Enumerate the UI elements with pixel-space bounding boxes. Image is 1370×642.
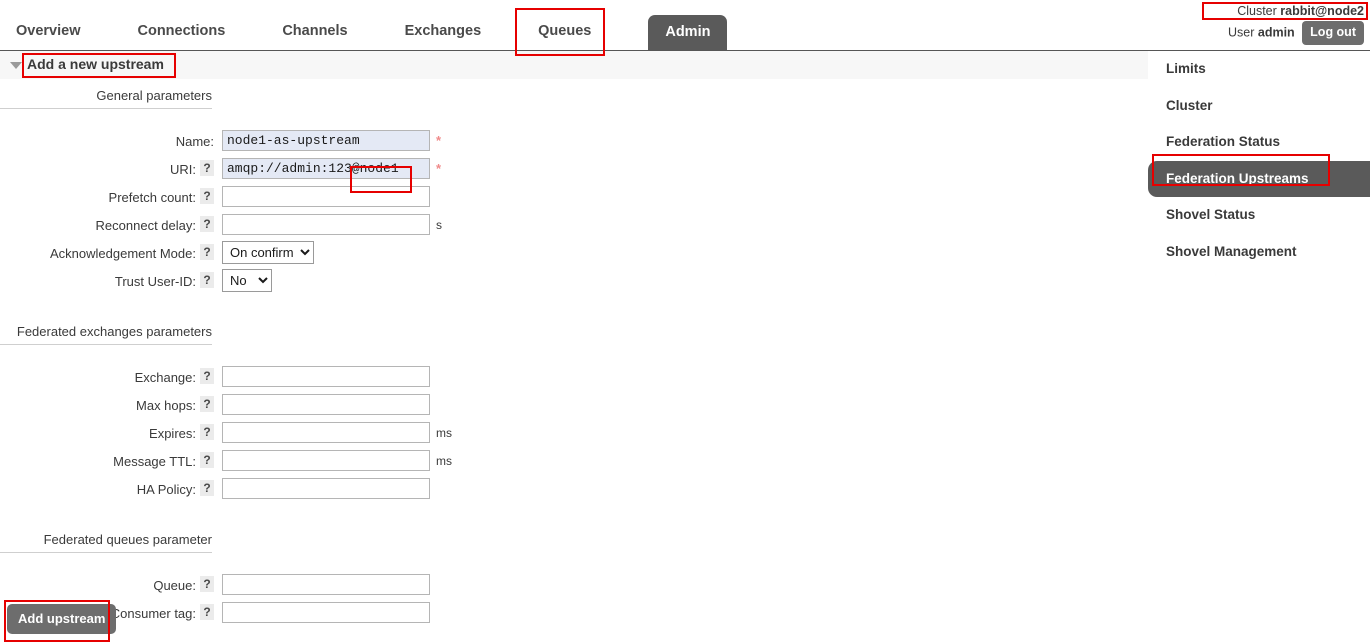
nav-tab-queues[interactable]: Queues: [538, 23, 591, 50]
help-icon[interactable]: ?: [200, 244, 214, 260]
cluster-label: Cluster: [1237, 4, 1277, 18]
field-unit: ms: [436, 454, 452, 468]
help-icon[interactable]: ?: [200, 188, 214, 204]
field-label: Trust User-ID:: [0, 274, 196, 289]
field-input[interactable]: [222, 130, 430, 151]
form-row: HA Policy:?: [0, 477, 1148, 505]
logout-button[interactable]: Log out: [1302, 21, 1364, 45]
form-row: Expires:? ms: [0, 421, 1148, 449]
field-input[interactable]: [222, 602, 430, 623]
help-icon[interactable]: ?: [200, 576, 214, 592]
field-select[interactable]: On confirmOn publishNo ack: [222, 241, 314, 264]
sidebar-item-shovel-management[interactable]: Shovel Management: [1148, 234, 1370, 271]
field-label: Max hops:: [0, 398, 196, 413]
field-select[interactable]: NoYes: [222, 269, 272, 292]
upstream-form: General parameters Name: * URI:? * Prefetch c…: [0, 79, 1148, 629]
field-label: Message TTL:: [0, 454, 196, 469]
form-group-header: General parameters: [0, 79, 1148, 112]
help-icon[interactable]: ?: [200, 368, 214, 384]
form-group-spacer: [0, 112, 1148, 129]
field-input[interactable]: [222, 186, 430, 207]
form-row: Acknowledgement Mode:? On confirmOn publi…: [0, 241, 1148, 269]
field-label: Exchange:: [0, 370, 196, 385]
help-icon[interactable]: ?: [200, 272, 214, 288]
help-icon[interactable]: ?: [200, 396, 214, 412]
sidebar-item-cluster[interactable]: Cluster: [1148, 88, 1370, 125]
form-group-header: Federated exchanges parameters: [0, 315, 1148, 348]
nav-tab-channels[interactable]: Channels: [282, 23, 347, 50]
form-group-title: Federated exchanges parameters: [0, 324, 212, 345]
help-icon[interactable]: ?: [200, 604, 214, 620]
sidebar-item-limits[interactable]: Limits: [1148, 51, 1370, 88]
add-upstream-button[interactable]: Add upstream: [7, 604, 116, 634]
form-row: Max hops:?: [0, 393, 1148, 421]
form-group-title: Federated queues parameter: [0, 532, 212, 553]
form-row: Exchange:?: [0, 365, 1148, 393]
triangle-down-icon[interactable]: [10, 62, 22, 69]
field-unit: ms: [436, 426, 452, 440]
field-input[interactable]: [222, 158, 430, 179]
form-group-header: Federated queues parameter: [0, 523, 1148, 556]
sidebar-item-federation-upstreams[interactable]: Federation Upstreams: [1148, 161, 1370, 198]
required-asterisk: *: [436, 133, 441, 148]
field-input[interactable]: [222, 394, 430, 415]
field-label: Acknowledgement Mode:: [0, 246, 196, 261]
field-label: URI:: [0, 162, 196, 177]
field-unit: s: [436, 218, 442, 232]
field-input[interactable]: [222, 450, 430, 471]
help-icon[interactable]: ?: [200, 160, 214, 176]
form-row: Trust User-ID:? NoYes: [0, 269, 1148, 297]
user-info: User admin Log out: [1228, 21, 1364, 45]
nav-tab-overview[interactable]: Overview: [16, 23, 81, 50]
section-title[interactable]: Add a new upstream: [27, 56, 164, 72]
field-label: HA Policy:: [0, 482, 196, 497]
help-icon[interactable]: ?: [200, 452, 214, 468]
form-row: Message TTL:? ms: [0, 449, 1148, 477]
sidebar-item-federation-status[interactable]: Federation Status: [1148, 124, 1370, 161]
main-nav-tabs: Overview Connections Channels Exchanges Queu…: [0, 0, 727, 50]
form-row: Prefetch count:?: [0, 185, 1148, 213]
header-right-info: Cluster rabbit@node2 User admin Log out: [1228, 2, 1364, 45]
nav-tab-exchanges[interactable]: Exchanges: [405, 23, 482, 50]
form-row: URI:? *: [0, 157, 1148, 185]
help-icon[interactable]: ?: [200, 216, 214, 232]
form-row: Reconnect delay:? s: [0, 213, 1148, 241]
field-label: Queue:: [0, 578, 196, 593]
section-header-band[interactable]: Add a new upstream: [0, 51, 1148, 79]
field-label: Reconnect delay:: [0, 218, 196, 233]
form-group-spacer: [0, 348, 1148, 365]
form-group-spacer: [0, 556, 1148, 573]
top-navbar: Overview Connections Channels Exchanges Queu…: [0, 0, 1370, 51]
field-label: Prefetch count:: [0, 190, 196, 205]
nav-tab-admin[interactable]: Admin: [648, 15, 727, 50]
field-input[interactable]: [222, 422, 430, 443]
cluster-info: Cluster rabbit@node2: [1228, 2, 1364, 21]
field-input[interactable]: [222, 478, 430, 499]
field-input[interactable]: [222, 214, 430, 235]
nav-tab-connections[interactable]: Connections: [138, 23, 226, 50]
user-name: admin: [1258, 25, 1295, 39]
field-input[interactable]: [222, 366, 430, 387]
sidebar-item-shovel-status[interactable]: Shovel Status: [1148, 197, 1370, 234]
form-group-title: General parameters: [0, 88, 212, 109]
field-label: Name:: [0, 134, 214, 149]
form-row: Queue:?: [0, 573, 1148, 601]
form-row: Consumer tag:?: [0, 601, 1148, 629]
admin-sidebar: LimitsClusterFederation StatusFederation…: [1148, 51, 1370, 642]
field-label: Expires:: [0, 426, 196, 441]
field-input[interactable]: [222, 574, 430, 595]
required-asterisk: *: [436, 161, 441, 176]
cluster-name: rabbit@node2: [1280, 4, 1364, 18]
rabbitmq-management-page: Overview Connections Channels Exchanges Queu…: [0, 0, 1370, 642]
help-icon[interactable]: ?: [200, 424, 214, 440]
form-row: Name: *: [0, 129, 1148, 157]
help-icon[interactable]: ?: [200, 480, 214, 496]
user-label: User: [1228, 25, 1254, 39]
